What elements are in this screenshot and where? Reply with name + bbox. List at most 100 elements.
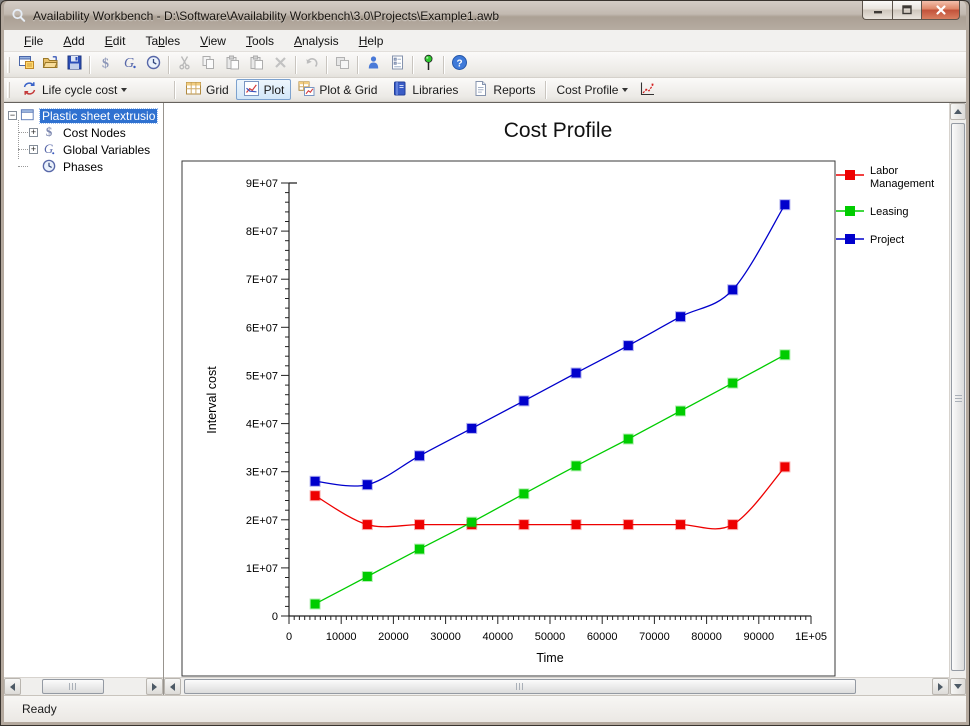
maximize-button[interactable] bbox=[892, 1, 922, 20]
content-v-scrollbar[interactable] bbox=[949, 103, 966, 695]
content-scroll-up-button[interactable] bbox=[950, 103, 966, 120]
copy-picture-icon bbox=[334, 54, 351, 76]
menu-analysis[interactable]: Analysis bbox=[284, 31, 349, 51]
toolbar-view: Life cycle cost Grid Plot Plot & Grid Librar… bbox=[4, 78, 966, 102]
view-button-plot-grid[interactable]: Plot & Grid bbox=[291, 79, 384, 100]
data-point-labor-management bbox=[624, 520, 633, 529]
content-v-scroll-thumb[interactable] bbox=[951, 123, 965, 671]
plot-icon bbox=[243, 80, 260, 100]
tree-h-scrollbar[interactable] bbox=[4, 677, 163, 695]
svg-text:3E+07: 3E+07 bbox=[246, 467, 278, 479]
module-dropdown[interactable]: Life cycle cost bbox=[14, 79, 134, 100]
tree-scroll-left-button[interactable] bbox=[4, 678, 21, 695]
svg-text:80000: 80000 bbox=[691, 631, 722, 643]
tree-children: +$Cost Nodes+GGlobal Variables Phases bbox=[13, 124, 163, 175]
svg-text:7E+07: 7E+07 bbox=[246, 274, 278, 286]
tree-item-label[interactable]: Global Variables bbox=[61, 143, 152, 157]
tree-expander-expand-icon[interactable]: + bbox=[29, 128, 38, 137]
menu-add[interactable]: Add bbox=[53, 31, 94, 51]
data-point-project bbox=[624, 341, 633, 350]
data-point-labor-management bbox=[728, 520, 737, 529]
menu-file[interactable]: File bbox=[14, 31, 53, 51]
tree-scroll-right-button[interactable] bbox=[146, 678, 163, 695]
data-point-labor-management bbox=[363, 520, 372, 529]
save-button[interactable] bbox=[62, 54, 86, 76]
svg-text:40000: 40000 bbox=[483, 631, 514, 643]
tree-item-phases[interactable]: Phases bbox=[13, 158, 163, 175]
tree-item-global-variables[interactable]: +GGlobal Variables bbox=[13, 141, 163, 158]
svg-text:Project: Project bbox=[870, 234, 904, 246]
titlebar[interactable]: Availability Workbench - D:\Software\Ava… bbox=[4, 1, 966, 30]
new-project-button[interactable] bbox=[14, 54, 38, 76]
copy-picture-button bbox=[330, 54, 354, 76]
cost-profile-chart-button[interactable] bbox=[635, 79, 659, 101]
minimize-button[interactable] bbox=[862, 1, 892, 20]
toolbar-separator bbox=[545, 81, 546, 99]
svg-text:50000: 50000 bbox=[535, 631, 566, 643]
pin-icon bbox=[420, 54, 437, 76]
window-controls bbox=[862, 1, 960, 20]
tree-expander-expand-icon[interactable]: + bbox=[29, 145, 38, 154]
view-button-plot[interactable]: Plot bbox=[236, 79, 292, 100]
open-button[interactable] bbox=[38, 54, 62, 76]
svg-text:4E+07: 4E+07 bbox=[246, 419, 278, 431]
pin-button[interactable] bbox=[416, 54, 440, 76]
content-panel: Cost Profile0100002000030000400005000060… bbox=[164, 103, 949, 695]
plot-grid-icon bbox=[298, 80, 315, 100]
chart-area: Cost Profile0100002000030000400005000060… bbox=[164, 103, 949, 677]
view-button-label: Plot bbox=[264, 83, 285, 97]
view-button-libraries[interactable]: Libraries bbox=[384, 79, 465, 100]
publish-button[interactable] bbox=[361, 54, 385, 76]
tree-h-scroll-thumb[interactable] bbox=[42, 679, 104, 694]
data-point-project bbox=[676, 312, 685, 321]
data-point-leasing bbox=[780, 350, 789, 359]
tree-expander-collapse-icon[interactable]: − bbox=[8, 111, 17, 120]
paste-special-button bbox=[244, 54, 268, 76]
svg-text:30000: 30000 bbox=[430, 631, 461, 643]
data-point-project bbox=[415, 451, 424, 460]
content-scroll-right-button[interactable] bbox=[932, 678, 949, 695]
content-h-scroll-thumb[interactable] bbox=[184, 679, 856, 694]
content-h-scrollbar[interactable] bbox=[164, 677, 949, 695]
toolbar-separator bbox=[168, 56, 169, 74]
global-variables-button[interactable]: G bbox=[117, 54, 141, 76]
content-scroll-down-button[interactable] bbox=[950, 678, 966, 695]
tree-item-label[interactable]: Phases bbox=[61, 160, 105, 174]
content-scroll-left-button[interactable] bbox=[164, 678, 181, 695]
help-button[interactable]: ? bbox=[447, 54, 471, 76]
tree-item-cost-nodes[interactable]: +$Cost Nodes bbox=[13, 124, 163, 141]
data-point-leasing bbox=[676, 407, 685, 416]
clock-icon bbox=[41, 158, 58, 175]
open-icon bbox=[42, 54, 59, 76]
view-button-label: Libraries bbox=[412, 83, 458, 97]
menu-tables[interactable]: Tables bbox=[135, 31, 190, 51]
tree-item-label[interactable]: Plastic sheet extrusio bbox=[40, 109, 157, 123]
svg-text:10000: 10000 bbox=[326, 631, 357, 643]
menu-tools[interactable]: Tools bbox=[236, 31, 284, 51]
tree-item-label[interactable]: Cost Nodes bbox=[61, 126, 128, 140]
close-button[interactable] bbox=[922, 1, 960, 20]
copy-icon bbox=[200, 54, 217, 76]
svg-text:90000: 90000 bbox=[744, 631, 775, 643]
phases-button[interactable] bbox=[141, 54, 165, 76]
menu-view[interactable]: View bbox=[190, 31, 236, 51]
svg-text:1E+07: 1E+07 bbox=[246, 563, 278, 575]
toolbar-grip bbox=[7, 57, 10, 73]
reports-icon bbox=[472, 80, 489, 100]
profile-dropdown[interactable]: Cost Profile bbox=[549, 79, 635, 100]
cost-node-button[interactable]: $ bbox=[93, 54, 117, 76]
menu-help[interactable]: Help bbox=[349, 31, 394, 51]
toolbar-separator bbox=[412, 56, 413, 74]
data-point-project bbox=[572, 369, 581, 378]
lifecycle-icon bbox=[21, 80, 38, 100]
chart-frame bbox=[182, 161, 835, 676]
menu-edit[interactable]: Edit bbox=[95, 31, 136, 51]
tree-item-plastic-sheet-extrusio[interactable]: − Plastic sheet extrusio bbox=[8, 107, 163, 124]
view-button-reports[interactable]: Reports bbox=[465, 79, 542, 100]
undo-button bbox=[299, 54, 323, 76]
data-point-leasing bbox=[624, 435, 633, 444]
global-variables-icon: G bbox=[121, 54, 138, 76]
report-designer-button[interactable] bbox=[385, 54, 409, 76]
view-button-grid[interactable]: Grid bbox=[178, 79, 236, 100]
svg-text:0: 0 bbox=[286, 631, 292, 643]
